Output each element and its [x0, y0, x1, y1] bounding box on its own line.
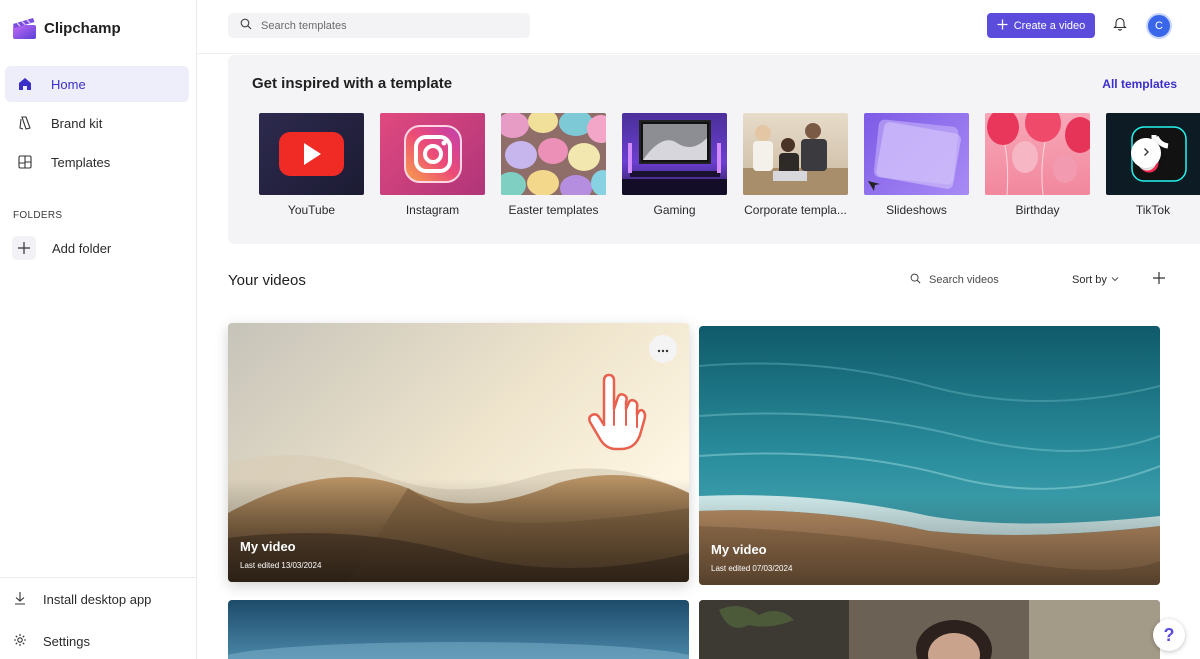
app-logo[interactable]: Clipchamp — [12, 16, 121, 40]
templates-panel: Get inspired with a template All templat… — [228, 55, 1200, 244]
template-thumbnail — [864, 113, 969, 195]
search-icon — [240, 17, 252, 35]
settings-button[interactable]: Settings — [13, 633, 90, 650]
template-thumbnail — [985, 113, 1090, 195]
search-templates-box[interactable] — [228, 13, 530, 38]
video-card[interactable]: My video Last edited 07/03/2024 — [699, 326, 1160, 585]
template-thumbnail — [380, 113, 485, 195]
add-folder-label: Add folder — [52, 240, 112, 256]
easter-eggs-illustration — [501, 113, 606, 195]
folders-heading: FOLDERS — [13, 210, 63, 221]
template-label: Birthday — [1015, 203, 1060, 217]
template-card-gaming[interactable]: Gaming — [622, 113, 727, 217]
gear-icon — [13, 633, 27, 650]
more-options-button[interactable] — [649, 335, 677, 363]
create-video-label: Create a video — [1013, 19, 1086, 32]
template-thumbnail — [622, 113, 727, 195]
chevron-down-icon — [1111, 274, 1119, 286]
sidebar-item-label: Templates — [51, 154, 111, 170]
templates-icon — [17, 154, 33, 170]
youtube-logo-icon — [279, 132, 344, 176]
search-templates-input[interactable] — [261, 19, 521, 32]
ellipsis-icon — [657, 342, 669, 356]
sidebar: Clipchamp Home Brand kit Templates FOLDE… — [0, 0, 197, 659]
template-label: Instagram — [405, 203, 460, 217]
instagram-logo-icon — [404, 125, 462, 183]
template-card-corporate[interactable]: Corporate templa... — [743, 113, 848, 217]
sidebar-divider — [0, 577, 197, 578]
settings-label: Settings — [43, 634, 90, 649]
template-label: Corporate templa... — [744, 203, 847, 217]
balloons-illustration — [987, 113, 1090, 195]
video-date: Last edited 07/03/2024 — [711, 564, 793, 573]
sidebar-item-label: Home — [51, 76, 86, 92]
topbar-divider — [197, 53, 1200, 54]
sort-by-dropdown[interactable]: Sort by — [1072, 274, 1119, 286]
template-thumbnail — [259, 113, 364, 195]
template-label: YouTube — [287, 203, 336, 217]
video-thumbnail-desert — [228, 323, 689, 582]
sort-by-label: Sort by — [1072, 274, 1107, 286]
video-title: My video — [711, 542, 767, 557]
home-icon — [17, 76, 33, 92]
clipchamp-logo-icon — [12, 16, 37, 40]
video-date: Last edited 13/03/2024 — [240, 561, 322, 570]
sidebar-item-label: Brand kit — [51, 115, 103, 131]
template-card-instagram[interactable]: Instagram — [380, 113, 485, 217]
user-avatar[interactable]: C — [1146, 13, 1172, 39]
video-thumbnail-portrait — [699, 600, 1160, 659]
gaming-setup-illustration — [622, 120, 727, 195]
corporate-meeting-illustration — [743, 123, 848, 195]
sidebar-item-templates[interactable]: Templates — [5, 144, 189, 180]
search-icon — [910, 271, 921, 289]
template-label: TikTok — [1135, 203, 1171, 217]
template-thumbnail — [743, 113, 848, 195]
install-desktop-app-button[interactable]: Install desktop app — [13, 591, 151, 608]
create-video-button[interactable]: Create a video — [987, 13, 1095, 38]
video-card[interactable]: My video Last edited 13/03/2024 — [228, 323, 689, 582]
templates-heading: Get inspired with a template — [252, 75, 453, 92]
sidebar-item-home[interactable]: Home — [5, 66, 189, 102]
videos-heading: Your videos — [228, 272, 306, 289]
video-thumbnail-ocean — [699, 326, 1160, 585]
search-videos-input[interactable] — [929, 274, 1039, 286]
add-folder-button[interactable]: Add folder — [12, 236, 111, 260]
sidebar-item-brand-kit[interactable]: Brand kit — [5, 105, 189, 141]
all-templates-link[interactable]: All templates — [1102, 77, 1177, 91]
brand-kit-icon — [17, 115, 33, 131]
template-card-youtube[interactable]: YouTube — [259, 113, 364, 217]
template-card-birthday[interactable]: Birthday — [985, 113, 1090, 217]
template-label: Slideshows — [886, 203, 947, 217]
template-label: Easter templates — [508, 203, 599, 217]
template-card-easter[interactable]: Easter templates — [501, 113, 606, 217]
add-video-button[interactable] — [1148, 269, 1170, 291]
video-card[interactable] — [228, 600, 689, 659]
video-card[interactable] — [699, 600, 1160, 659]
video-thumbnail-sky — [228, 600, 689, 659]
template-label: Gaming — [653, 203, 696, 217]
app-name: Clipchamp — [44, 19, 121, 37]
template-card-slideshows[interactable]: Slideshows — [864, 113, 969, 217]
plus-icon — [1152, 271, 1166, 290]
install-label: Install desktop app — [43, 592, 152, 607]
chevron-right-icon — [1141, 144, 1151, 162]
notifications-button[interactable] — [1110, 16, 1130, 36]
search-videos-box[interactable] — [910, 271, 1039, 289]
download-icon — [13, 591, 27, 608]
bell-icon — [1113, 16, 1127, 36]
help-button[interactable]: ? — [1153, 619, 1185, 651]
templates-next-button[interactable] — [1131, 138, 1161, 168]
plus-icon — [12, 236, 36, 260]
slideshow-illustration — [868, 119, 961, 191]
template-thumbnail — [501, 113, 606, 195]
plus-icon — [997, 19, 1008, 33]
video-title: My video — [240, 539, 296, 554]
